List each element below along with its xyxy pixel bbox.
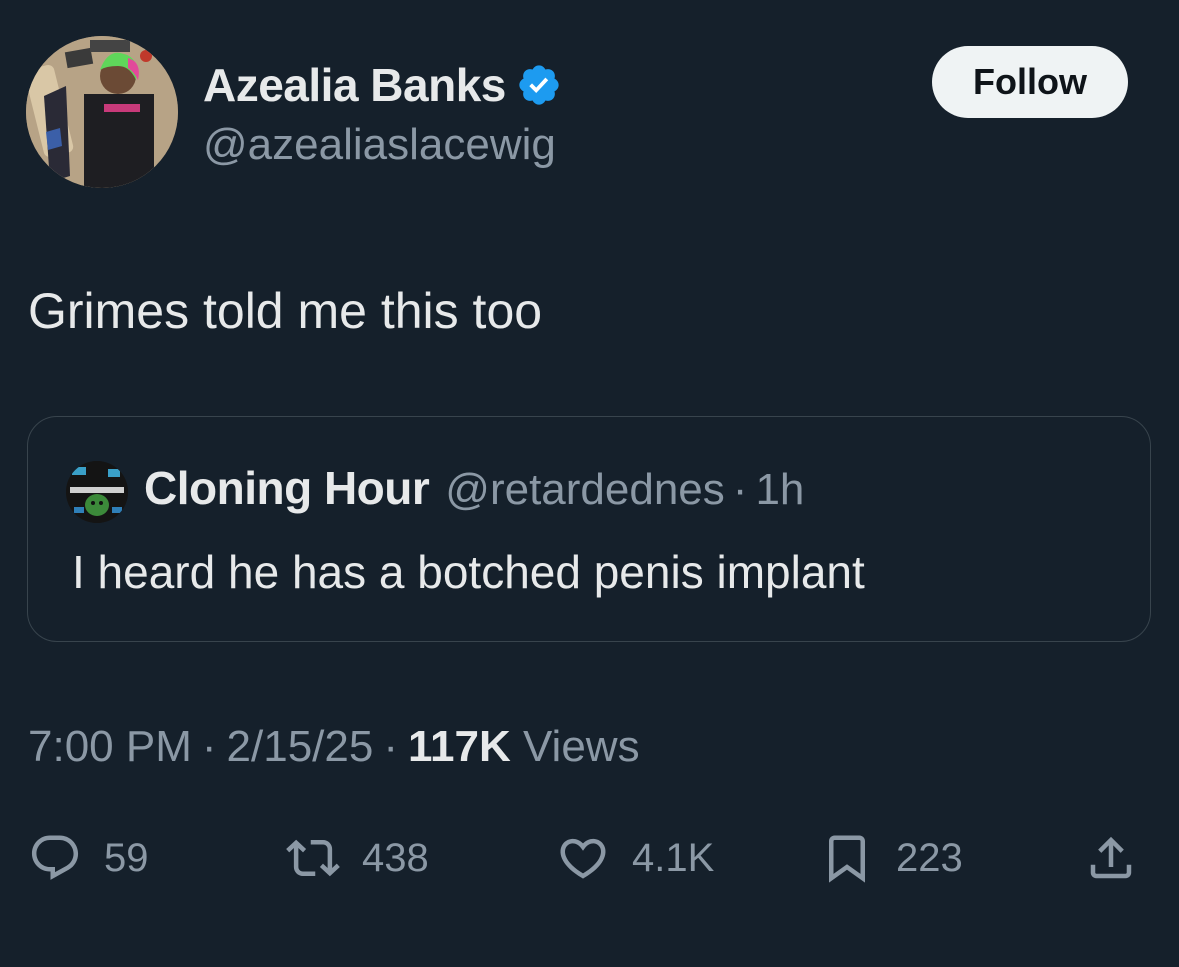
quoted-author-row: Cloning Hour @retardednes · 1h bbox=[144, 461, 804, 515]
quoted-tweet-text: I heard he has a botched penis implant bbox=[72, 546, 865, 598]
share-icon bbox=[1090, 836, 1132, 879]
reply-button[interactable]: 59 bbox=[28, 822, 149, 894]
quoted-author-name: Cloning Hour bbox=[144, 462, 430, 514]
bookmark-icon bbox=[829, 835, 865, 883]
meta-separator: · bbox=[383, 722, 398, 771]
heart-icon bbox=[560, 838, 606, 879]
quoted-author-avatar bbox=[66, 461, 128, 523]
author-handle[interactable]: @azealiaslacewig bbox=[203, 120, 556, 170]
author-avatar[interactable] bbox=[26, 36, 178, 188]
author-name-row: Azealia Banks bbox=[203, 58, 562, 112]
quoted-tweet-card[interactable]: Cloning Hour @retardednes · 1h I heard h… bbox=[27, 416, 1151, 642]
views-count: 117K bbox=[408, 722, 511, 771]
verified-badge-icon bbox=[516, 62, 562, 108]
follow-button[interactable]: Follow bbox=[932, 46, 1128, 118]
views-label: Views bbox=[523, 722, 640, 771]
quoted-author-handle: @retardednes bbox=[445, 465, 725, 514]
reply-count: 59 bbox=[104, 835, 149, 880]
author-display-name[interactable]: Azealia Banks bbox=[203, 58, 506, 112]
tweet-date[interactable]: 2/15/25 bbox=[227, 722, 374, 771]
tweet-time[interactable]: 7:00 PM bbox=[28, 722, 192, 771]
tweet-text: Grimes told me this too bbox=[28, 283, 543, 339]
repost-icon bbox=[286, 839, 340, 877]
share-button[interactable] bbox=[1084, 822, 1138, 894]
like-count: 4.1K bbox=[632, 835, 715, 880]
meta-separator: · bbox=[201, 722, 217, 771]
repost-button[interactable]: 438 bbox=[286, 822, 429, 894]
tweet-meta: 7:00 PM · 2/15/25 · 117K Views bbox=[28, 722, 640, 772]
tweet: Azealia Banks @azealiaslacewig Follow Gr… bbox=[0, 0, 1179, 967]
like-button[interactable]: 4.1K bbox=[556, 822, 714, 894]
action-bar: 59 438 4.1K 223 bbox=[0, 822, 1179, 894]
bookmark-count: 223 bbox=[896, 835, 963, 880]
quoted-separator: · bbox=[732, 465, 748, 514]
reply-icon bbox=[31, 835, 79, 880]
quoted-timestamp: 1h bbox=[755, 465, 805, 514]
avatar-photo bbox=[26, 36, 178, 188]
bookmark-button[interactable]: 223 bbox=[820, 822, 963, 894]
repost-count: 438 bbox=[362, 835, 429, 880]
